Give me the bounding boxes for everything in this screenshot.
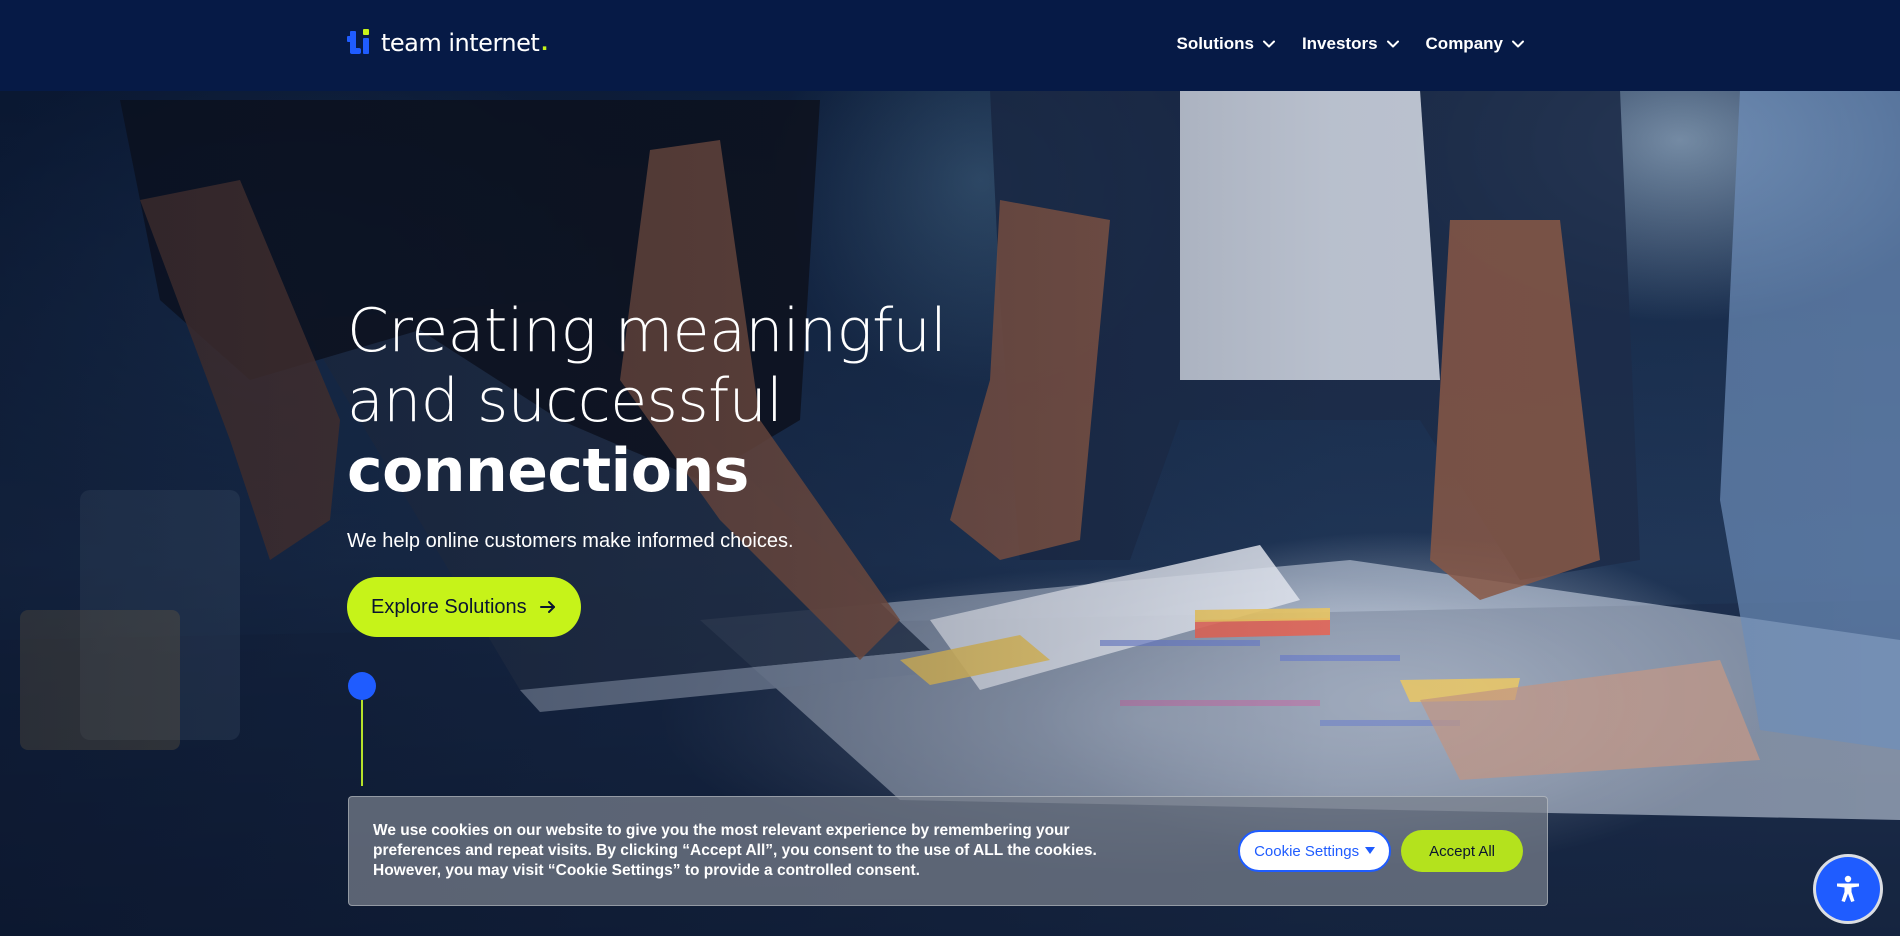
cookie-settings-label: Cookie Settings (1254, 842, 1360, 860)
ti-logo-icon (347, 29, 369, 54)
nav-item-solutions[interactable]: Solutions (1176, 34, 1275, 54)
brand-name: team internet (381, 29, 540, 57)
cookie-banner: We use cookies on our website to give yo… (348, 796, 1548, 906)
caret-down-icon (1365, 847, 1376, 854)
accept-all-label: Accept All (1429, 842, 1495, 860)
site-header: team internet . Solutions Investors Comp… (0, 0, 1900, 91)
chevron-down-icon (1386, 40, 1399, 48)
hero-title-line-3: connections (347, 436, 749, 506)
cookie-settings-button[interactable]: Cookie Settings (1238, 830, 1392, 872)
cookie-actions: Cookie Settings Accept All (1238, 830, 1523, 872)
hero-title-line-2: and successful (347, 366, 783, 436)
hero-title-line-1: Creating meaningful (347, 296, 947, 366)
chevron-down-icon (1512, 40, 1524, 48)
nav-item-label: Investors (1301, 34, 1378, 53)
cookie-text: We use cookies on our website to give yo… (373, 822, 1097, 879)
explore-solutions-button[interactable]: Explore Solutions (347, 577, 581, 637)
main-nav: Solutions Investors Company (1176, 30, 1525, 58)
nav-item-company[interactable]: Company (1426, 34, 1525, 54)
hero-title: Creating meaningful and successful conne… (347, 296, 1047, 506)
scroll-indicator-line (361, 700, 363, 786)
hero-section: Creating meaningful and successful conne… (347, 296, 1047, 637)
cta-label: Explore Solutions (371, 595, 527, 618)
accept-all-button[interactable]: Accept All (1401, 830, 1523, 872)
nav-item-investors[interactable]: Investors (1302, 34, 1400, 54)
hero-subtitle: We help online customers make informed c… (347, 530, 794, 552)
accessibility-icon (1837, 875, 1859, 902)
scroll-indicator-dot (348, 672, 376, 700)
brand-logo[interactable]: team internet . (347, 28, 548, 58)
accessibility-button[interactable] (1816, 857, 1880, 921)
chevron-down-icon (1262, 40, 1275, 48)
nav-item-label: Company (1425, 34, 1503, 53)
arrow-right-icon (539, 601, 555, 613)
nav-item-label: Solutions (1176, 34, 1254, 53)
brand-dot: . (541, 29, 548, 56)
